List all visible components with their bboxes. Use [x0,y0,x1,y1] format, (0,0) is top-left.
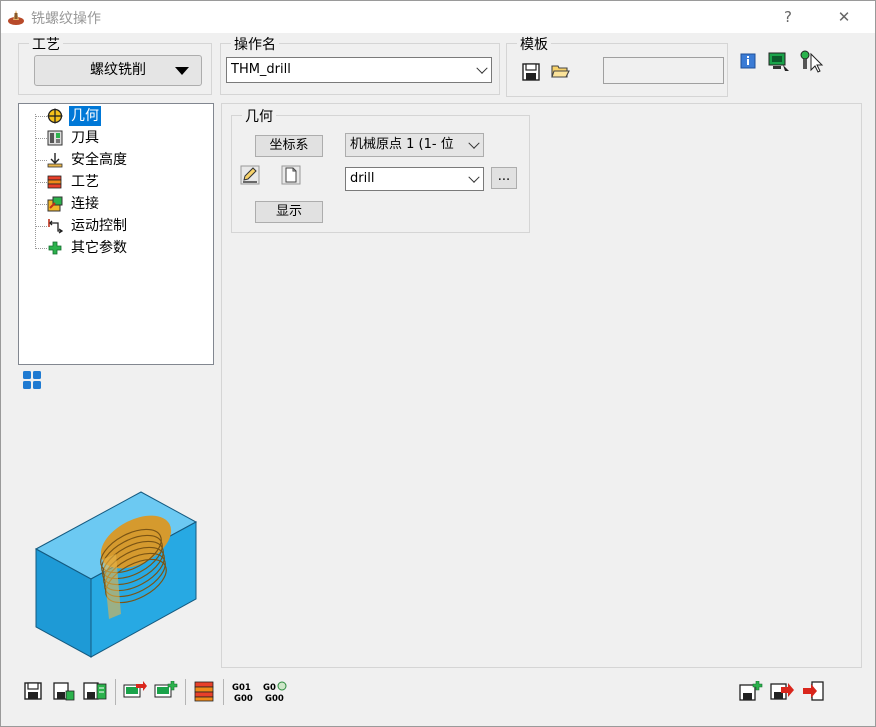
save-all-icon[interactable] [83,681,107,701]
template-field[interactable] [603,57,724,84]
svg-text:G01: G01 [232,683,251,693]
other-params-icon [48,241,62,255]
svg-text:G00: G00 [265,694,284,703]
save-icon[interactable] [23,681,43,701]
browse-button[interactable]: ... [491,167,517,189]
process-dropdown[interactable]: 螺纹铣削 [34,55,202,86]
svg-text:G0: G0 [263,683,276,693]
tree-item-link[interactable]: 连接 [19,194,209,214]
process-value: 螺纹铣削 [90,62,146,78]
chevron-down-icon [476,62,488,74]
save-and-add-icon[interactable] [739,681,763,701]
tree-item-technology[interactable]: 工艺 [19,172,209,192]
tree-item-tool[interactable]: 刀具 [19,128,209,148]
technology-icon [47,175,62,189]
info-icon[interactable] [740,53,756,69]
link-icon [47,196,63,212]
dialog-window: 铣螺纹操作 ? ✕ 工艺 螺纹铣削 操作名 THM_drill 模板 几何 刀具… [0,0,876,727]
g01-g00-icon[interactable]: G01 G00 [231,681,255,703]
coordinate-system-button[interactable]: 坐标系 [255,135,323,157]
save-template-icon[interactable] [521,62,541,82]
tree-item-other-params[interactable]: 其它参数 [19,238,209,258]
geometry-icon [47,108,63,124]
operation-name-value: THM_drill [231,62,291,77]
save-as-icon[interactable] [53,681,75,701]
exit-icon[interactable] [802,681,824,701]
process-label: 工艺 [29,34,63,54]
chevron-down-icon [468,137,480,149]
template-label: 模板 [517,34,551,54]
thread-part-preview [34,491,198,658]
open-folder-icon[interactable] [550,61,570,81]
operation-name-select[interactable]: THM_drill [226,57,492,83]
tree-item-motion-control[interactable]: 运动控制 [19,216,209,236]
show-button[interactable]: 显示 [255,201,323,223]
grid-view-icon[interactable] [22,370,42,390]
add-machine-icon[interactable] [154,681,178,701]
model-value: drill [350,171,375,186]
parameter-tree[interactable]: 几何 刀具 安全高度 工艺 连接 运动控制 其它参数 [18,103,214,365]
coordinate-system-select[interactable]: 机械原点 1 (1- 位 [345,133,484,157]
tree-item-safe-height[interactable]: 安全高度 [19,150,209,170]
chevron-down-icon [468,171,480,183]
safe-height-icon [47,153,63,168]
edit-pencil-icon[interactable] [240,165,260,185]
operation-label: 操作名 [231,34,279,54]
title-bar: 铣螺纹操作 ? ✕ [1,1,875,33]
window-title: 铣螺纹操作 [31,11,101,27]
svg-text:G00: G00 [234,694,253,703]
export-machine-icon[interactable] [123,681,147,701]
g00-settings-icon[interactable]: G0 G00 [262,680,288,703]
geometry-group-label: 几何 [242,106,276,126]
tree-item-geometry[interactable]: 几何 [19,106,209,126]
app-icon [8,10,24,25]
machine-simulation-icon[interactable] [767,51,791,73]
tool-icon [47,130,63,146]
help-button[interactable]: ? [775,5,801,29]
coordinate-system-value: 机械原点 1 (1- 位 [350,137,454,152]
technology-stack-icon[interactable] [193,680,215,702]
close-button[interactable]: ✕ [831,5,857,29]
model-select[interactable]: drill [345,167,484,191]
motion-control-icon [48,219,63,234]
select-pointer-icon[interactable] [799,50,825,74]
save-and-export-icon[interactable] [770,681,794,701]
triangle-down-icon [175,67,189,75]
new-document-icon[interactable] [281,165,301,185]
